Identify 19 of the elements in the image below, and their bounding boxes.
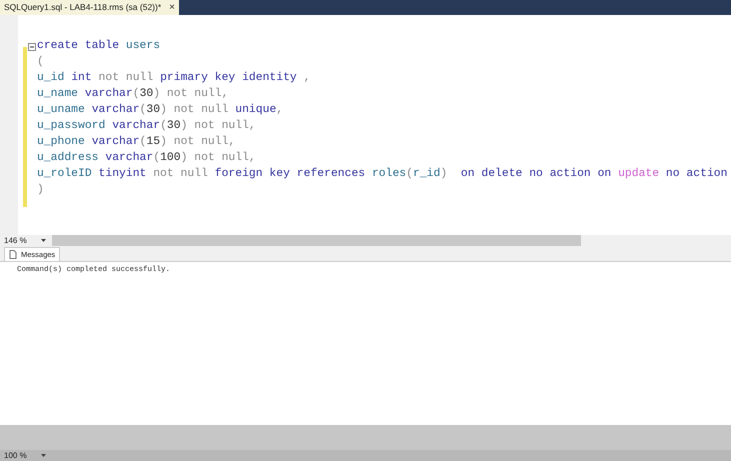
code-line: ) [37, 182, 44, 198]
code-line: u_phone varchar(15) not null, [37, 134, 236, 150]
close-button[interactable]: × [169, 0, 175, 15]
caret-icon [41, 239, 46, 242]
document-icon [9, 250, 17, 259]
code-line: ( [37, 54, 44, 70]
document-tab-title: SQLQuery1.sql - LAB4-118.rms (sa (52))* [4, 1, 162, 14]
code-line: u_uname varchar(30) not null unique, [37, 102, 284, 118]
zoom-dropdown[interactable]: 146 % [0, 235, 50, 246]
code-line: create table users [37, 38, 160, 54]
code-line: u_address varchar(100) not null, [37, 150, 256, 166]
caret-icon [41, 454, 46, 457]
document-tab[interactable]: SQLQuery1.sql - LAB4-118.rms (sa (52))* × [0, 0, 179, 15]
code-line: u_name varchar(30) not null, [37, 86, 228, 102]
code-line: u_id int not null primary key identity , [37, 70, 310, 86]
collapse-icon[interactable] [28, 43, 36, 51]
zoom-dropdown[interactable]: 100 % [0, 450, 50, 461]
code-line: u_password varchar(30) not null, [37, 118, 256, 134]
code-line: u_roleID tinyint not null foreign key references roles(r_id) on delete no action on update no action [37, 166, 728, 182]
